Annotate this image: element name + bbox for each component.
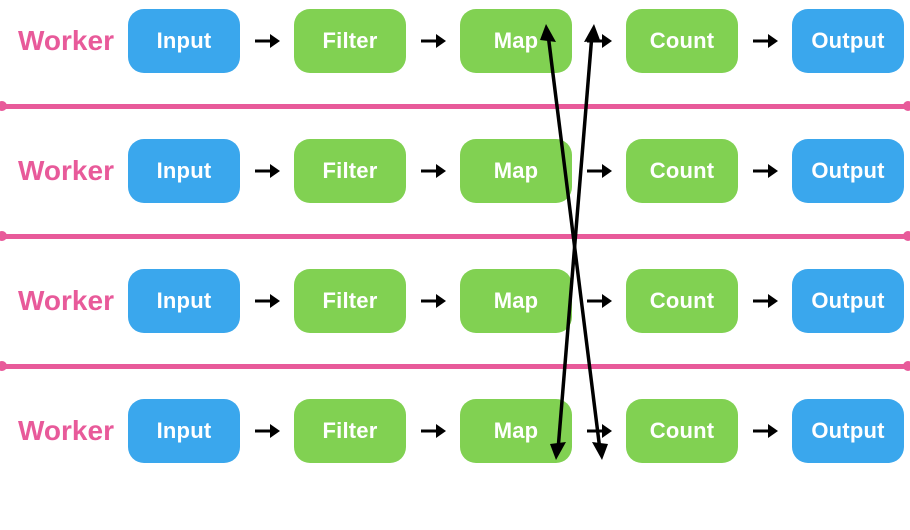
node-filter: Filter xyxy=(294,139,406,203)
worker-label: Worker xyxy=(18,285,114,317)
node-label: Input xyxy=(157,158,212,184)
arrow-right-icon xyxy=(420,292,446,310)
worker-lane-3: Worker Input Filter Map Count Output xyxy=(0,260,910,342)
worker-lane-1: Worker Input Filter Map Count Output xyxy=(0,0,910,82)
node-label: Map xyxy=(494,418,539,444)
worker-lane-4: Worker Input Filter Map Count Output xyxy=(0,390,910,472)
node-label: Input xyxy=(157,288,212,314)
node-output: Output xyxy=(792,269,904,333)
arrow-right-icon xyxy=(586,292,612,310)
arrow-right-icon xyxy=(420,162,446,180)
worker-label: Worker xyxy=(18,25,114,57)
node-label: Output xyxy=(811,158,884,184)
arrow-right-icon xyxy=(752,292,778,310)
node-map: Map xyxy=(460,139,572,203)
node-label: Input xyxy=(157,418,212,444)
arrow-right-icon xyxy=(752,422,778,440)
node-input: Input xyxy=(128,399,240,463)
node-label: Count xyxy=(650,158,715,184)
node-map: Map xyxy=(460,269,572,333)
arrow-right-icon xyxy=(420,422,446,440)
arrow-right-icon xyxy=(254,422,280,440)
worker-label: Worker xyxy=(18,415,114,447)
node-map: Map xyxy=(460,399,572,463)
node-label: Count xyxy=(650,418,715,444)
node-label: Map xyxy=(494,28,539,54)
node-label: Output xyxy=(811,28,884,54)
lane-separator xyxy=(0,82,910,130)
node-output: Output xyxy=(792,399,904,463)
node-label: Filter xyxy=(323,418,378,444)
node-input: Input xyxy=(128,269,240,333)
node-input: Input xyxy=(128,9,240,73)
node-count: Count xyxy=(626,139,738,203)
lane-separator xyxy=(0,342,910,390)
node-filter: Filter xyxy=(294,399,406,463)
worker-lane-2: Worker Input Filter Map Count Output xyxy=(0,130,910,212)
node-input: Input xyxy=(128,139,240,203)
node-output: Output xyxy=(792,139,904,203)
lane-separator xyxy=(0,212,910,260)
node-map: Map xyxy=(460,9,572,73)
node-filter: Filter xyxy=(294,9,406,73)
node-label: Filter xyxy=(323,158,378,184)
arrow-right-icon xyxy=(254,32,280,50)
node-label: Output xyxy=(811,288,884,314)
node-label: Count xyxy=(650,28,715,54)
node-label: Map xyxy=(494,158,539,184)
arrow-right-icon xyxy=(752,32,778,50)
node-count: Count xyxy=(626,399,738,463)
node-label: Filter xyxy=(323,28,378,54)
node-output: Output xyxy=(792,9,904,73)
node-count: Count xyxy=(626,9,738,73)
node-label: Filter xyxy=(323,288,378,314)
arrow-right-icon xyxy=(586,422,612,440)
node-count: Count xyxy=(626,269,738,333)
arrow-right-icon xyxy=(586,32,612,50)
arrow-right-icon xyxy=(254,162,280,180)
node-label: Map xyxy=(494,288,539,314)
node-label: Output xyxy=(811,418,884,444)
arrow-right-icon xyxy=(752,162,778,180)
arrow-right-icon xyxy=(586,162,612,180)
node-filter: Filter xyxy=(294,269,406,333)
node-label: Count xyxy=(650,288,715,314)
arrow-right-icon xyxy=(420,32,446,50)
worker-label: Worker xyxy=(18,155,114,187)
node-label: Input xyxy=(157,28,212,54)
arrow-right-icon xyxy=(254,292,280,310)
